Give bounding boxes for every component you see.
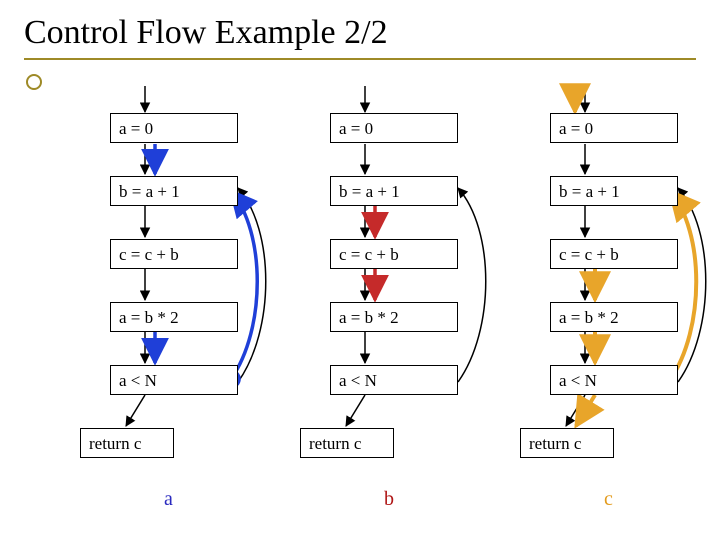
node-b-5: a < N — [330, 365, 458, 395]
label-a: a — [164, 488, 173, 511]
node-c-1: a = 0 — [550, 113, 678, 143]
node-a-4: a = b * 2 — [110, 302, 238, 332]
node-c-4: a = b * 2 — [550, 302, 678, 332]
label-c: c — [604, 488, 613, 511]
node-b-1: a = 0 — [330, 113, 458, 143]
node-a-3: c = c + b — [110, 239, 238, 269]
node-a-ret: return c — [80, 428, 174, 458]
diagram-canvas — [0, 0, 720, 540]
node-b-2: b = a + 1 — [330, 176, 458, 206]
node-b-ret: return c — [300, 428, 394, 458]
node-a-1: a = 0 — [110, 113, 238, 143]
label-b: b — [384, 488, 394, 511]
node-c-2: b = a + 1 — [550, 176, 678, 206]
node-c-ret: return c — [520, 428, 614, 458]
node-c-5: a < N — [550, 365, 678, 395]
node-c-3: c = c + b — [550, 239, 678, 269]
node-a-2: b = a + 1 — [110, 176, 238, 206]
node-b-4: a = b * 2 — [330, 302, 458, 332]
node-a-5: a < N — [110, 365, 238, 395]
node-b-3: c = c + b — [330, 239, 458, 269]
